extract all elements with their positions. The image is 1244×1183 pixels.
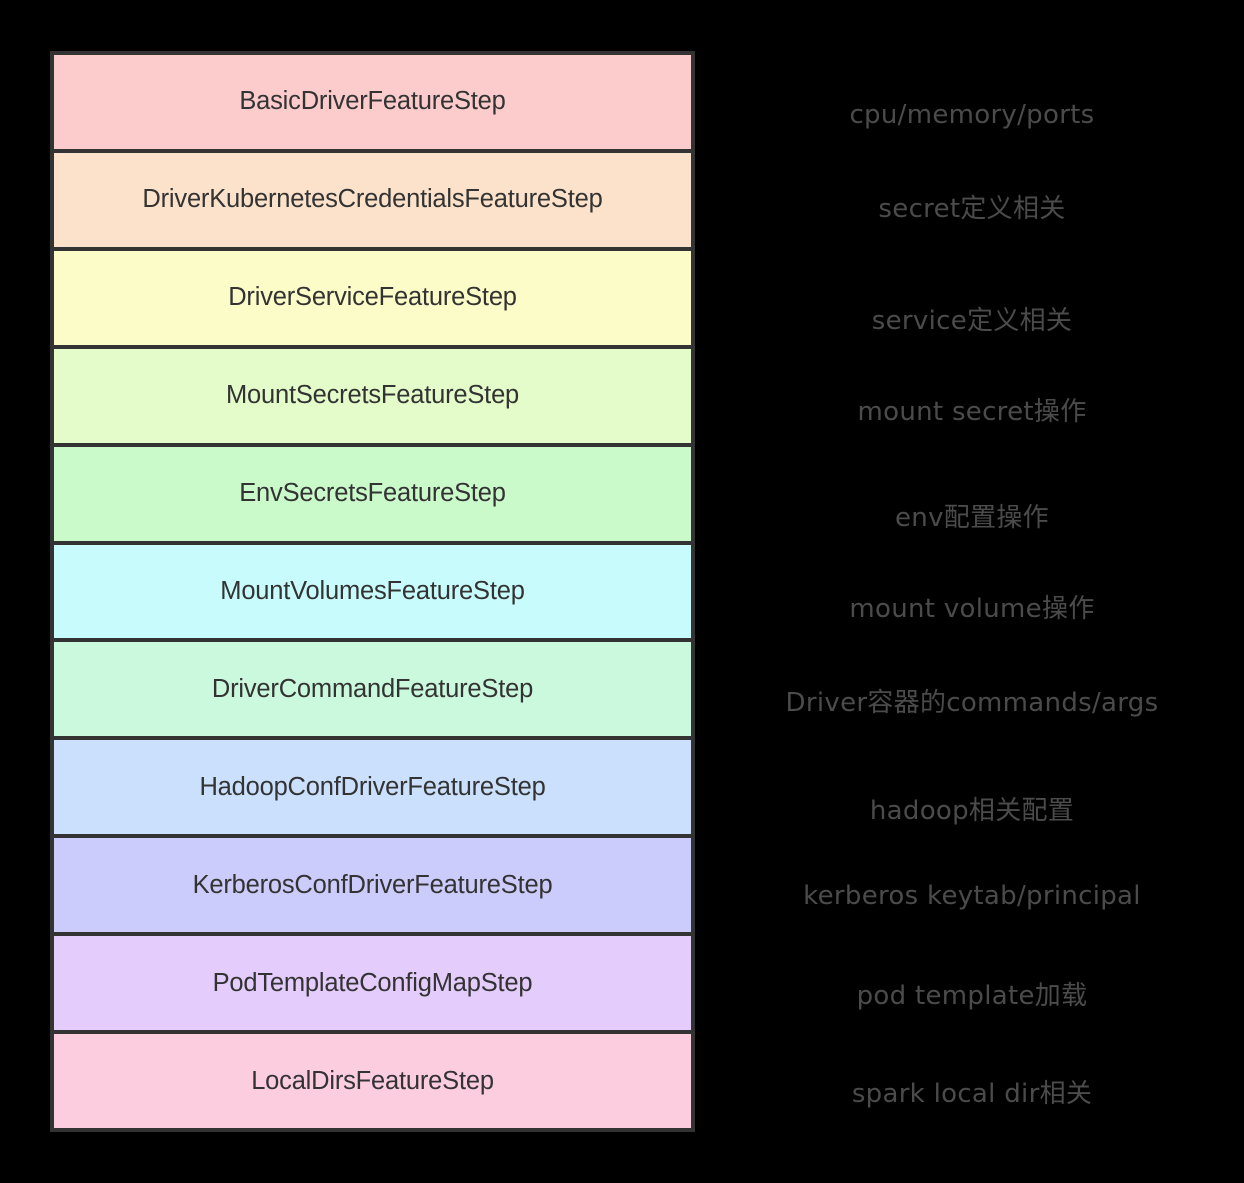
feature-step-label: MountSecretsFeatureStep	[225, 381, 520, 410]
feature-step-note: kerberos keytab/principal	[803, 881, 1141, 911]
feature-step-row: DriverKubernetesCredentialsFeatureStep	[54, 152, 691, 251]
feature-step-row: PodTemplateConfigMapStep	[54, 936, 691, 1035]
feature-step-row: DriverCommandFeatureStep	[54, 642, 691, 741]
feature-step-label: PodTemplateConfigMapStep	[212, 968, 533, 997]
feature-step-row: KerberosConfDriverFeatureStep	[54, 838, 691, 937]
feature-step-label: BasicDriverFeatureStep	[239, 87, 506, 116]
feature-step-label: HadoopConfDriverFeatureStep	[199, 772, 546, 801]
feature-step-row: MountVolumesFeatureStep	[54, 544, 691, 643]
feature-step-note: hadoop相关配置	[869, 796, 1075, 826]
feature-step-row: MountSecretsFeatureStep	[54, 348, 691, 447]
feature-step-note: secret定义相关	[878, 194, 1066, 224]
feature-step-note: mount secret操作	[857, 397, 1087, 427]
feature-step-label: DriverKubernetesCredentialsFeatureStep	[142, 185, 603, 214]
feature-steps-table: BasicDriverFeatureStep DriverKubernetesCr…	[50, 51, 695, 1132]
feature-step-note: env配置操作	[895, 503, 1049, 533]
feature-step-note: Driver容器的commands/args	[785, 688, 1159, 718]
feature-step-row: EnvSecretsFeatureStep	[54, 446, 691, 545]
feature-step-note: cpu/memory/ports	[849, 100, 1095, 130]
feature-step-label: KerberosConfDriverFeatureStep	[192, 870, 553, 899]
feature-step-note: pod template加载	[856, 981, 1088, 1011]
feature-step-row: DriverServiceFeatureStep	[54, 250, 691, 349]
feature-step-label: LocalDirsFeatureStep	[251, 1066, 494, 1095]
feature-step-row: HadoopConfDriverFeatureStep	[54, 740, 691, 839]
feature-step-row: LocalDirsFeatureStep	[54, 1034, 691, 1128]
feature-step-note: spark local dir相关	[851, 1079, 1093, 1109]
feature-step-label: DriverCommandFeatureStep	[211, 674, 534, 703]
diagram-canvas: BasicDriverFeatureStep DriverKubernetesCr…	[0, 0, 1244, 1183]
feature-step-label: MountVolumesFeatureStep	[220, 576, 525, 605]
feature-step-label: EnvSecretsFeatureStep	[239, 479, 506, 508]
feature-step-row: BasicDriverFeatureStep	[54, 55, 691, 153]
feature-step-note: mount volume操作	[849, 594, 1095, 624]
feature-step-label: DriverServiceFeatureStep	[228, 283, 517, 312]
feature-step-note: service定义相关	[871, 306, 1073, 336]
feature-step-notes: cpu/memory/ports secret定义相关 service定义相关 mou…	[700, 51, 1244, 1132]
